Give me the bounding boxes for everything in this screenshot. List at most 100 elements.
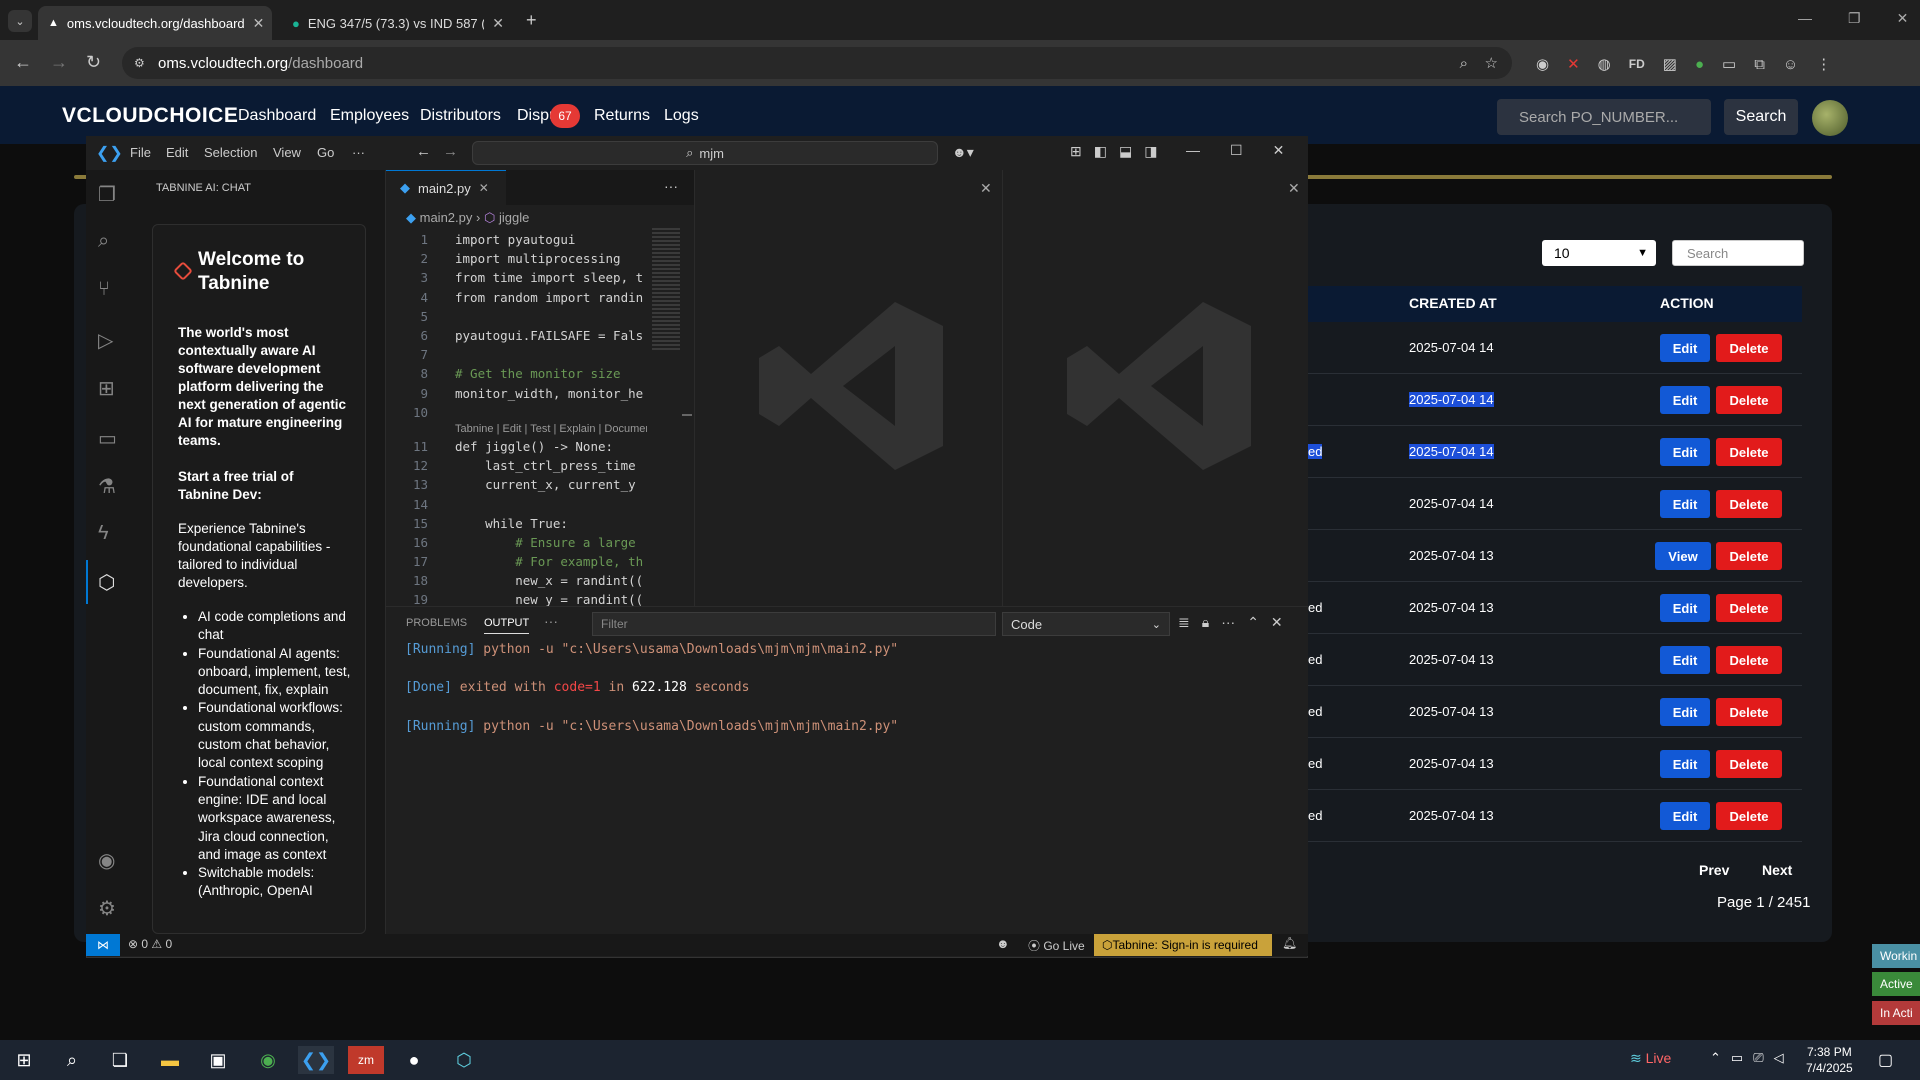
close-icon[interactable]: ✕	[1897, 10, 1909, 27]
system-clock[interactable]: 7:38 PM 7/4/2025	[1806, 1044, 1853, 1076]
testing-icon[interactable]: ⚗	[98, 474, 116, 499]
delete-button[interactable]: Delete	[1716, 646, 1782, 674]
nav-back-icon[interactable]: ←	[416, 143, 431, 160]
maximize-panel-icon[interactable]: ⌃	[1247, 614, 1259, 631]
source-control-icon[interactable]: ⑂	[98, 278, 110, 301]
menu-selection[interactable]: Selection	[204, 145, 257, 160]
task-view-icon[interactable]: ❏	[102, 1046, 138, 1074]
user-avatar[interactable]	[1812, 100, 1848, 136]
nav-distributors[interactable]: Distributors	[420, 107, 501, 125]
explorer-icon[interactable]: ❐	[98, 182, 116, 207]
toggle-secondary-sidebar-icon[interactable]: ◨	[1144, 143, 1157, 160]
tab-output[interactable]: OUTPUT	[484, 617, 530, 634]
code-line[interactable]: # For example, th	[455, 554, 647, 569]
nav-returns[interactable]: Returns	[594, 107, 650, 125]
edit-button[interactable]: Edit	[1660, 594, 1710, 622]
delete-button[interactable]: Delete	[1716, 386, 1782, 414]
profile-icon[interactable]: ☺	[1783, 56, 1798, 73]
network-icon[interactable]: ⎚	[1753, 1050, 1763, 1066]
menu-edit[interactable]: Edit	[166, 145, 188, 160]
toggle-sidebar-icon[interactable]: ◧	[1094, 143, 1107, 160]
extension-globe-icon[interactable]: ◍	[1598, 55, 1611, 73]
editor-tab-main2[interactable]: ◆ main2.py ✕	[386, 170, 506, 205]
code-line[interactable]: current_x, current_y	[455, 477, 647, 492]
tabnine-icon[interactable]: ⬡	[98, 570, 115, 595]
nav-logs[interactable]: Logs	[664, 107, 699, 125]
weather-live-widget[interactable]: ≋ Live	[1630, 1050, 1671, 1067]
menu-dots-icon[interactable]: ⋮	[1816, 55, 1831, 73]
menu-more[interactable]: ···	[352, 145, 365, 160]
extensions-puzzle-icon[interactable]: ⧉	[1754, 56, 1765, 73]
volume-icon[interactable]: ◁	[1774, 1050, 1784, 1066]
site-logo[interactable]: VCLOUDCHOICE	[62, 104, 238, 128]
extension-fd-icon[interactable]: FD	[1629, 57, 1645, 71]
extension-window-icon[interactable]: ▭	[1722, 55, 1736, 73]
delete-button[interactable]: Delete	[1716, 438, 1782, 466]
app-icon[interactable]: ●	[396, 1046, 432, 1074]
po-number-search-input[interactable]: Search PO_NUMBER...	[1497, 99, 1711, 135]
edit-button[interactable]: Edit	[1660, 698, 1710, 726]
remote-explorer-icon[interactable]: ▭	[98, 426, 117, 451]
new-tab-icon[interactable]: +	[526, 10, 537, 31]
address-bar[interactable]: ⚙ oms.vcloudtech.org/dashboard ⌕ ☆	[122, 47, 1512, 79]
minimize-icon[interactable]: —	[1798, 10, 1812, 27]
breadcrumb-file[interactable]: main2.py	[420, 210, 473, 225]
chevron-up-icon[interactable]: ⌃	[1710, 1050, 1721, 1066]
code-line[interactable]: pyautogui.FAILSAFE = Fals	[455, 328, 647, 343]
start-icon[interactable]: ⊞	[6, 1046, 42, 1074]
code-line[interactable]: monitor_width, monitor_he	[455, 386, 647, 401]
code-line[interactable]: from time import sleep, t	[455, 270, 647, 285]
nav-employees[interactable]: Employees	[330, 107, 409, 125]
zoom-icon[interactable]: ⌕	[1460, 55, 1468, 72]
po-search-button[interactable]: Search	[1724, 99, 1798, 135]
accounts-icon[interactable]: ◉	[98, 848, 115, 873]
restore-icon[interactable]: ❐	[1848, 10, 1861, 27]
menu-go[interactable]: Go	[317, 145, 334, 160]
status-tag-active[interactable]: Active	[1872, 972, 1920, 996]
tab-problems[interactable]: PROBLEMS	[406, 617, 467, 629]
edit-button[interactable]: Edit	[1660, 334, 1710, 362]
delete-button[interactable]: Delete	[1716, 542, 1782, 570]
panel-more-tabs[interactable]: ···	[544, 613, 558, 629]
copilot-status-icon[interactable]: ☻	[996, 936, 1010, 951]
view-button[interactable]: View	[1655, 542, 1711, 570]
next-page-button[interactable]: Next	[1762, 862, 1792, 878]
search-icon[interactable]: ⌕	[98, 230, 109, 253]
code-line[interactable]: import multiprocessing	[455, 251, 647, 266]
code-line[interactable]: while True:	[455, 516, 647, 531]
edit-button[interactable]: Edit	[1660, 438, 1710, 466]
code-line[interactable]: from random import randin	[455, 290, 647, 305]
more-actions-icon[interactable]: ···	[1221, 614, 1235, 631]
maximize-icon[interactable]: ☐	[1230, 142, 1243, 159]
layout-customize-icon[interactable]: ⊞	[1070, 143, 1082, 160]
code-line[interactable]: def jiggle() -> None:	[455, 439, 647, 454]
code-line[interactable]: new_y = randint((	[455, 592, 647, 607]
search-icon[interactable]: ⌕	[54, 1046, 90, 1074]
notifications-icon[interactable]: 🔔︎	[1282, 936, 1297, 950]
command-center-search[interactable]: ⌕ mjm	[472, 141, 938, 165]
run-debug-icon[interactable]: ▷	[98, 328, 113, 353]
go-live-button[interactable]: ⦿ Go Live	[1028, 937, 1085, 954]
tabnine-codelens[interactable]: Tabnine | Edit | Test | Explain | Docume…	[455, 423, 647, 435]
edit-button[interactable]: Edit	[1660, 386, 1710, 414]
extension-shield-icon[interactable]: ●	[1695, 56, 1704, 73]
editor-more-actions-icon[interactable]: ···	[664, 178, 678, 194]
extension-eyes-icon[interactable]: ◉	[1536, 55, 1549, 73]
app-icon[interactable]: ⬡	[446, 1046, 482, 1074]
bookmark-star-icon[interactable]: ☆	[1485, 54, 1498, 72]
browser-tab-cricket[interactable]: ● ENG 347/5 (73.3) vs IND 587 (H ✕	[282, 6, 514, 40]
nav-forward-icon[interactable]: →	[443, 143, 458, 160]
settings-gear-icon[interactable]: ⚙	[98, 896, 116, 921]
toggle-panel-icon[interactable]: ⬓	[1119, 143, 1132, 160]
table-search-input[interactable]: Search	[1672, 240, 1804, 266]
per-page-select[interactable]: 10 ▼	[1542, 240, 1656, 266]
copilot-icon[interactable]: ☻▾	[952, 144, 974, 161]
delete-button[interactable]: Delete	[1716, 802, 1782, 830]
lock-scroll-icon[interactable]: 🔒︎	[1202, 614, 1209, 631]
minimap[interactable]	[652, 228, 680, 352]
reload-icon[interactable]: ↻	[86, 52, 101, 73]
close-icon[interactable]: ✕	[1273, 142, 1285, 159]
vscode-taskbar-icon[interactable]: ❮❯	[298, 1046, 334, 1074]
tab-search-icon[interactable]: ⌄	[8, 10, 32, 32]
problems-count[interactable]: ⊗ 0 ⚠ 0	[128, 937, 172, 951]
